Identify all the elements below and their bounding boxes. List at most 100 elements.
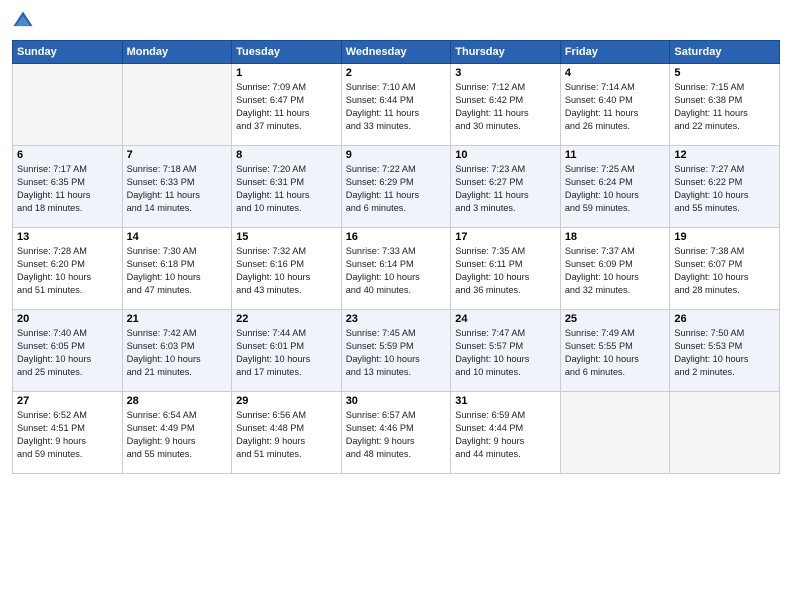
day-number: 3 [455,67,556,79]
day-info: Sunrise: 7:10 AMSunset: 6:44 PMDaylight:… [346,81,447,133]
day-info: Sunrise: 6:52 AMSunset: 4:51 PMDaylight:… [17,409,118,461]
day-info: Sunrise: 7:38 AMSunset: 6:07 PMDaylight:… [674,245,775,297]
logo [12,10,38,32]
weekday-header-row: SundayMondayTuesdayWednesdayThursdayFrid… [13,41,780,64]
calendar-cell [670,392,780,474]
calendar-cell: 8 Sunrise: 7:20 AMSunset: 6:31 PMDaylight… [232,146,342,228]
day-info: Sunrise: 7:14 AMSunset: 6:40 PMDaylight:… [565,81,666,133]
weekday-header-tuesday: Tuesday [232,41,342,64]
day-info: Sunrise: 7:49 AMSunset: 5:55 PMDaylight:… [565,327,666,379]
calendar-cell: 27 Sunrise: 6:52 AMSunset: 4:51 PMDayligh… [13,392,123,474]
day-info: Sunrise: 7:45 AMSunset: 5:59 PMDaylight:… [346,327,447,379]
day-info: Sunrise: 6:57 AMSunset: 4:46 PMDaylight:… [346,409,447,461]
calendar-cell: 25 Sunrise: 7:49 AMSunset: 5:55 PMDayligh… [560,310,670,392]
calendar-cell: 24 Sunrise: 7:47 AMSunset: 5:57 PMDayligh… [451,310,561,392]
calendar-cell: 4 Sunrise: 7:14 AMSunset: 6:40 PMDaylight… [560,64,670,146]
day-info: Sunrise: 6:54 AMSunset: 4:49 PMDaylight:… [127,409,228,461]
day-info: Sunrise: 7:18 AMSunset: 6:33 PMDaylight:… [127,163,228,215]
day-number: 23 [346,313,447,325]
day-info: Sunrise: 6:59 AMSunset: 4:44 PMDaylight:… [455,409,556,461]
page-container: SundayMondayTuesdayWednesdayThursdayFrid… [0,0,792,612]
day-number: 15 [236,231,337,243]
day-number: 4 [565,67,666,79]
day-info: Sunrise: 7:35 AMSunset: 6:11 PMDaylight:… [455,245,556,297]
day-info: Sunrise: 7:44 AMSunset: 6:01 PMDaylight:… [236,327,337,379]
calendar-cell: 13Sunrise: 7:28 AMSunset: 6:20 PMDayligh… [13,228,123,310]
calendar-cell [122,64,232,146]
calendar-cell: 12 Sunrise: 7:27 AMSunset: 6:22 PMDayligh… [670,146,780,228]
day-number: 21 [127,313,228,325]
day-number: 9 [346,149,447,161]
logo-icon [12,10,34,32]
calendar-cell: 21 Sunrise: 7:42 AMSunset: 6:03 PMDayligh… [122,310,232,392]
calendar-cell: 29 Sunrise: 6:56 AMSunset: 4:48 PMDayligh… [232,392,342,474]
day-info: Sunrise: 7:20 AMSunset: 6:31 PMDaylight:… [236,163,337,215]
weekday-header-thursday: Thursday [451,41,561,64]
day-number: 7 [127,149,228,161]
day-info: Sunrise: 7:30 AMSunset: 6:18 PMDaylight:… [127,245,228,297]
day-number: 22 [236,313,337,325]
day-number: 8 [236,149,337,161]
calendar-cell: 20Sunrise: 7:40 AMSunset: 6:05 PMDayligh… [13,310,123,392]
calendar-cell: 14 Sunrise: 7:30 AMSunset: 6:18 PMDayligh… [122,228,232,310]
day-number: 2 [346,67,447,79]
day-number: 18 [565,231,666,243]
day-number: 24 [455,313,556,325]
calendar-cell: 18 Sunrise: 7:37 AMSunset: 6:09 PMDayligh… [560,228,670,310]
day-info: Sunrise: 7:50 AMSunset: 5:53 PMDaylight:… [674,327,775,379]
day-number: 14 [127,231,228,243]
calendar-cell: 30Sunrise: 6:57 AMSunset: 4:46 PMDayligh… [341,392,451,474]
weekday-header-saturday: Saturday [670,41,780,64]
calendar-cell: 2 Sunrise: 7:10 AMSunset: 6:44 PMDaylight… [341,64,451,146]
calendar-cell: 31 Sunrise: 6:59 AMSunset: 4:44 PMDayligh… [451,392,561,474]
weekday-header-sunday: Sunday [13,41,123,64]
calendar-cell: 15Sunrise: 7:32 AMSunset: 6:16 PMDayligh… [232,228,342,310]
calendar-week-1: 1Sunrise: 7:09 AMSunset: 6:47 PMDaylight… [13,64,780,146]
day-number: 16 [346,231,447,243]
day-info: Sunrise: 7:12 AMSunset: 6:42 PMDaylight:… [455,81,556,133]
day-info: Sunrise: 7:37 AMSunset: 6:09 PMDaylight:… [565,245,666,297]
calendar-cell: 1Sunrise: 7:09 AMSunset: 6:47 PMDaylight… [232,64,342,146]
day-info: Sunrise: 7:42 AMSunset: 6:03 PMDaylight:… [127,327,228,379]
day-number: 17 [455,231,556,243]
calendar-cell: 16 Sunrise: 7:33 AMSunset: 6:14 PMDayligh… [341,228,451,310]
calendar-cell: 28 Sunrise: 6:54 AMSunset: 4:49 PMDayligh… [122,392,232,474]
calendar-cell: 22 Sunrise: 7:44 AMSunset: 6:01 PMDayligh… [232,310,342,392]
weekday-header-wednesday: Wednesday [341,41,451,64]
day-info: Sunrise: 7:23 AMSunset: 6:27 PMDaylight:… [455,163,556,215]
calendar-cell: 17 Sunrise: 7:35 AMSunset: 6:11 PMDayligh… [451,228,561,310]
day-info: Sunrise: 7:40 AMSunset: 6:05 PMDaylight:… [17,327,118,379]
day-number: 27 [17,395,118,407]
calendar-cell: 23 Sunrise: 7:45 AMSunset: 5:59 PMDayligh… [341,310,451,392]
day-number: 28 [127,395,228,407]
day-number: 10 [455,149,556,161]
day-info: Sunrise: 7:17 AMSunset: 6:35 PMDaylight:… [17,163,118,215]
calendar-table: SundayMondayTuesdayWednesdayThursdayFrid… [12,40,780,474]
day-number: 13 [17,231,118,243]
day-number: 19 [674,231,775,243]
day-number: 12 [674,149,775,161]
day-number: 25 [565,313,666,325]
calendar-cell: 5Sunrise: 7:15 AMSunset: 6:38 PMDaylight… [670,64,780,146]
day-info: Sunrise: 7:33 AMSunset: 6:14 PMDaylight:… [346,245,447,297]
day-info: Sunrise: 7:25 AMSunset: 6:24 PMDaylight:… [565,163,666,215]
calendar-week-5: 27 Sunrise: 6:52 AMSunset: 4:51 PMDayligh… [13,392,780,474]
day-info: Sunrise: 7:22 AMSunset: 6:29 PMDaylight:… [346,163,447,215]
calendar-cell: 11Sunrise: 7:25 AMSunset: 6:24 PMDayligh… [560,146,670,228]
calendar-week-2: 6Sunrise: 7:17 AMSunset: 6:35 PMDaylight… [13,146,780,228]
day-info: Sunrise: 7:27 AMSunset: 6:22 PMDaylight:… [674,163,775,215]
day-number: 26 [674,313,775,325]
day-number: 1 [236,67,337,79]
calendar-cell: 7 Sunrise: 7:18 AMSunset: 6:33 PMDaylight… [122,146,232,228]
calendar-cell: 10 Sunrise: 7:23 AMSunset: 6:27 PMDayligh… [451,146,561,228]
day-number: 5 [674,67,775,79]
day-info: Sunrise: 7:47 AMSunset: 5:57 PMDaylight:… [455,327,556,379]
calendar-week-4: 20Sunrise: 7:40 AMSunset: 6:05 PMDayligh… [13,310,780,392]
calendar-cell [560,392,670,474]
header [12,10,780,32]
calendar-cell: 3 Sunrise: 7:12 AMSunset: 6:42 PMDaylight… [451,64,561,146]
day-info: Sunrise: 6:56 AMSunset: 4:48 PMDaylight:… [236,409,337,461]
day-number: 29 [236,395,337,407]
calendar-week-3: 13Sunrise: 7:28 AMSunset: 6:20 PMDayligh… [13,228,780,310]
day-number: 31 [455,395,556,407]
